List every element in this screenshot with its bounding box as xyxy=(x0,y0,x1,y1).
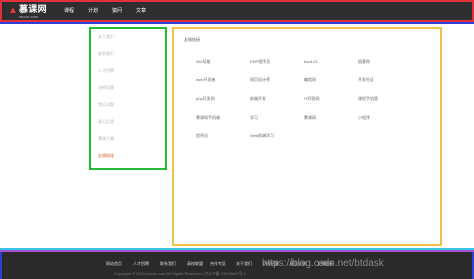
sidebar-item-contact[interactable]: 联系我们 xyxy=(98,51,114,57)
friend-link[interactable]: 极客网 xyxy=(358,59,370,65)
content-panel: 友情链接 360导航 PHP程序员 hao123 极客网 web开发者 网页设计… xyxy=(172,27,442,246)
friend-link[interactable]: 前端开发 xyxy=(250,96,266,102)
footer-link-cooperation[interactable]: 合作专区 xyxy=(210,261,226,267)
nav-plans[interactable]: 计划 xyxy=(88,7,98,15)
nav-articles[interactable]: 文章 xyxy=(136,7,146,15)
friend-link[interactable]: 编程网 xyxy=(304,77,316,83)
panel-title: 友情链接 xyxy=(184,37,200,42)
sidebar-item-friend-links[interactable]: 友情链接 xyxy=(98,153,114,159)
friend-link[interactable]: hao123 xyxy=(304,59,317,65)
sidebar-item-jobs[interactable]: 人才招聘 xyxy=(98,68,114,74)
friend-link[interactable]: 开发社区 xyxy=(358,77,374,83)
friend-link[interactable]: php开发网 xyxy=(196,96,215,102)
sidebar-item-faq[interactable]: 常见问题 xyxy=(98,102,114,108)
sidebar-item-events[interactable]: 慕课大事 xyxy=(98,136,114,142)
top-header: ▲ 慕课网 imooc.com 课程 计划 猿问 文章 xyxy=(0,0,474,22)
footer-link-jobs[interactable]: 人才招聘 xyxy=(133,261,149,267)
friend-link[interactable]: 课程手机版 xyxy=(358,96,378,102)
footer-link-about[interactable]: 关于我们 xyxy=(236,261,252,267)
nav-courses[interactable]: 课程 xyxy=(64,7,74,15)
site-logo[interactable]: ▲ 慕课网 imooc.com xyxy=(8,4,52,20)
logo-subtext: imooc.com xyxy=(19,14,39,19)
friend-link[interactable]: 小程序 xyxy=(358,115,370,121)
footer-link-contact[interactable]: 联系我们 xyxy=(160,261,176,267)
sidebar: 关于我们 联系我们 人才招聘 讲师招募 常见问题 意见反馈 慕课大事 友情链接 xyxy=(89,27,167,170)
csdn-watermark: https://blog.csdn.net/btdask xyxy=(262,258,384,269)
footer-link-universities[interactable]: 高校联盟 xyxy=(187,261,203,267)
sidebar-item-about[interactable]: 关于我们 xyxy=(98,34,114,40)
sidebar-item-feedback[interactable]: 意见反馈 xyxy=(98,119,114,125)
friend-link[interactable]: 慕课网 xyxy=(304,115,316,121)
friend-link[interactable]: web开发者 xyxy=(196,77,215,83)
friend-link[interactable]: 慕课网手机端 xyxy=(196,115,220,121)
friend-link[interactable]: PHP程序员 xyxy=(250,59,270,65)
sidebar-item-lecturers[interactable]: 讲师招募 xyxy=(98,85,114,91)
friend-link[interactable]: 360导航 xyxy=(196,59,211,65)
logo-flame-icon: ▲ xyxy=(8,5,18,16)
site-footer: 网站首页 人才招聘 联系我们 高校联盟 合作专区 关于我们 讲师招募 意见反馈 … xyxy=(0,252,474,279)
footer-link-home[interactable]: 网站首页 xyxy=(106,261,122,267)
friend-link[interactable]: 学习 xyxy=(250,115,258,121)
header-divider xyxy=(0,22,474,24)
friend-link[interactable]: Web前端学习 xyxy=(250,133,274,139)
friend-link[interactable]: IT问答网 xyxy=(304,96,320,102)
friend-link[interactable]: 网页设计师 xyxy=(250,77,270,83)
nav-questions[interactable]: 猿问 xyxy=(112,7,122,15)
copyright-text: Copyright © 2018 imooc.com All Rights Re… xyxy=(114,271,247,276)
friend-link[interactable]: 程序员 xyxy=(196,133,208,139)
logo-text: 慕课网 xyxy=(19,4,47,14)
